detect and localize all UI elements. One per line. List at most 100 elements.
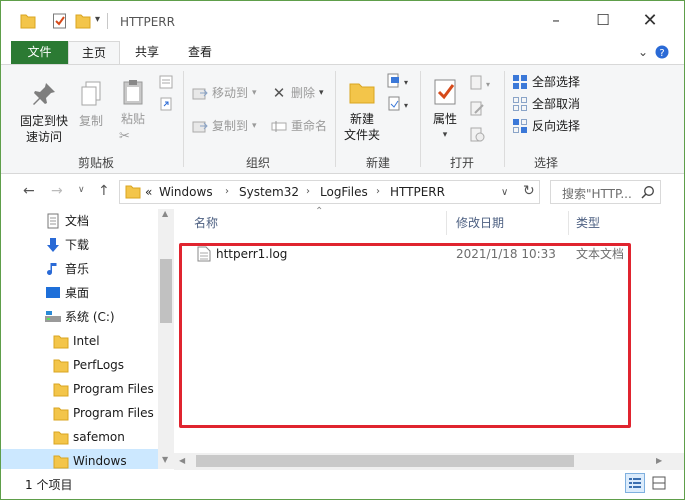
details-view-button[interactable] (625, 473, 645, 493)
open-icon[interactable]: ▾ (469, 75, 495, 91)
new-folder-button[interactable]: 新建 文件夹 (340, 77, 384, 143)
new-group-label: 新建 (365, 156, 390, 170)
delete-button[interactable]: ✕ 删除 ▾ (271, 83, 324, 103)
paste-button[interactable]: 粘贴 (115, 77, 151, 127)
nav-item-folder[interactable]: safemon (1, 425, 158, 449)
ribbon: 固定到快 速访问 复制 粘贴 ✂ 剪贴板 移动到 ▾ ✕ 删除 ▾ 复制到 ▾ (1, 64, 684, 174)
download-icon (47, 238, 59, 252)
delete-label: 删除 (291, 86, 316, 100)
rename-button[interactable]: 重命名 (271, 116, 327, 136)
pin-quick-access-button[interactable]: 固定到快 速访问 (15, 79, 73, 145)
nav-item-folder[interactable]: PerfLogs (1, 353, 158, 377)
group-divider (335, 71, 336, 167)
nav-item-desktop[interactable]: 桌面 (1, 281, 158, 305)
scroll-left-icon[interactable]: ◀ (179, 456, 185, 465)
search-box[interactable]: 搜索"HTTP... (550, 180, 661, 204)
desktop-icon (46, 287, 60, 298)
scroll-right-icon[interactable]: ▶ (656, 456, 662, 465)
breadcrumb-separator-icon[interactable]: › (225, 186, 229, 197)
navigation-scrollbar[interactable]: ▲ ▼ (158, 209, 174, 469)
tab-share[interactable]: 共享 (125, 41, 169, 65)
edit-icon[interactable] (469, 101, 487, 117)
forward-arrow-icon[interactable]: → (51, 183, 63, 199)
svg-text:▾: ▾ (404, 78, 408, 87)
invert-selection-button[interactable]: 反向选择 (512, 116, 580, 136)
back-arrow-icon[interactable]: ← (23, 183, 35, 199)
minimize-button[interactable]: – (533, 1, 579, 39)
copy-button[interactable]: 复制 (75, 79, 107, 129)
properties-qa-icon[interactable] (52, 12, 68, 30)
breadcrumb-logfiles[interactable]: LogFiles (320, 185, 368, 199)
paste-shortcut-icon[interactable] (159, 97, 173, 111)
search-icon[interactable] (641, 185, 655, 199)
close-button[interactable]: ✕ (627, 1, 673, 39)
nav-item-folder[interactable]: Intel (1, 329, 158, 353)
address-history-icon[interactable]: ∨ (501, 187, 508, 198)
breadcrumb-httperr[interactable]: HTTPERR (390, 185, 445, 199)
column-header-name[interactable]: 名称 (194, 209, 218, 237)
select-all-button[interactable]: 全部选择 (512, 72, 580, 92)
scrollbar-thumb[interactable] (160, 259, 172, 323)
nav-item-label: 桌面 (65, 286, 90, 300)
nav-item-music[interactable]: 音乐 (1, 257, 158, 281)
breadcrumb-overflow[interactable]: « (145, 185, 152, 199)
copy-path-icon[interactable] (159, 75, 173, 89)
nav-item-label: PerfLogs (73, 358, 125, 372)
breadcrumb-separator-icon[interactable]: › (376, 186, 380, 197)
column-divider[interactable] (446, 211, 447, 235)
new-folder-qa-icon[interactable] (75, 12, 91, 30)
navigation-pane: 文档 下载 音乐 桌面 系统 (C:) Intel PerfLogs Progr… (1, 209, 174, 469)
move-to-icon (192, 88, 208, 100)
new-folder-icon (349, 83, 375, 104)
easy-access-icon[interactable]: ▾ (387, 96, 411, 112)
explorer-window: ▾ HTTPERR – ☐ ✕ 文件 主页 共享 查看 ⌄ ? 固定到快 速访问… (0, 0, 685, 500)
maximize-button[interactable]: ☐ (580, 1, 626, 39)
scroll-down-icon[interactable]: ▼ (162, 455, 168, 464)
details-view-icon (629, 478, 641, 488)
nav-item-folder[interactable]: Program Files (1, 377, 158, 401)
history-icon[interactable] (469, 127, 487, 143)
nav-item-drive-c[interactable]: 系统 (C:) (1, 305, 158, 329)
folder-icon (53, 383, 69, 397)
nav-item-label: 系统 (C:) (65, 310, 115, 324)
address-bar[interactable]: « Windows › System32 › LogFiles › HTTPER… (119, 180, 540, 204)
folder-icon (53, 455, 69, 469)
tab-view[interactable]: 查看 (177, 41, 223, 65)
breadcrumb-system32[interactable]: System32 (239, 185, 299, 199)
up-arrow-icon[interactable]: ↑ (98, 183, 110, 199)
nav-item-documents[interactable]: 文档 (1, 209, 158, 233)
nav-item-downloads[interactable]: 下载 (1, 233, 158, 257)
nav-item-windows[interactable]: Windows (1, 449, 158, 469)
large-icons-view-button[interactable] (649, 473, 669, 493)
folder-icon (20, 14, 36, 29)
tab-file[interactable]: 文件 (11, 41, 68, 65)
copy-to-button[interactable]: 复制到 ▾ (192, 116, 257, 136)
cut-icon[interactable]: ✂ (119, 129, 130, 144)
properties-button[interactable]: 属性 ▾ (425, 77, 465, 143)
drive-icon (45, 311, 61, 322)
ribbon-tabs: 文件 主页 共享 查看 (1, 39, 684, 65)
select-group-label: 选择 (533, 156, 558, 170)
column-divider[interactable] (568, 211, 569, 235)
refresh-icon[interactable]: ↻ (523, 183, 535, 199)
scrollbar-corner (668, 453, 684, 470)
new-item-icon[interactable]: ▾ (387, 73, 411, 89)
breadcrumb-separator-icon[interactable]: › (306, 186, 310, 197)
nav-item-label: 文档 (65, 214, 90, 228)
scroll-up-icon[interactable]: ▲ (162, 209, 168, 218)
select-none-button[interactable]: 全部取消 (512, 94, 580, 114)
nav-item-label: Windows (73, 454, 127, 468)
collapse-ribbon-icon[interactable]: ⌄ (638, 45, 648, 59)
select-none-icon (513, 97, 527, 111)
breadcrumb-windows[interactable]: Windows (159, 185, 213, 199)
help-icon[interactable]: ? (655, 45, 669, 59)
horizontal-scrollbar[interactable]: ◀ ▶ (174, 453, 668, 470)
tab-home[interactable]: 主页 (68, 41, 120, 65)
column-header-modified[interactable]: 修改日期 (456, 209, 504, 237)
scrollbar-thumb[interactable] (196, 455, 574, 467)
move-to-button[interactable]: 移动到 ▾ (192, 83, 257, 103)
column-header-type[interactable]: 类型 (576, 209, 600, 237)
nav-item-folder[interactable]: Program Files (1, 401, 158, 425)
recent-locations-icon[interactable]: ∨ (78, 185, 85, 195)
qa-dropdown-icon[interactable]: ▾ (95, 14, 100, 32)
